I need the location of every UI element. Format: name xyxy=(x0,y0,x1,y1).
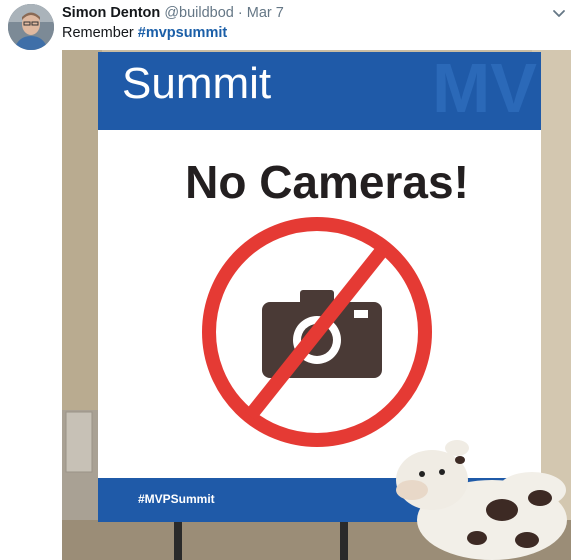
sign-heading: No Cameras! xyxy=(185,156,469,208)
tweet-header: Simon Denton @buildbod · Mar 7 xyxy=(62,4,284,22)
author-name[interactable]: Simon Denton xyxy=(62,5,160,21)
tweet[interactable]: Simon Denton @buildbod · Mar 7 Remember … xyxy=(0,0,571,560)
author-handle[interactable]: @buildbod xyxy=(164,5,234,21)
tweet-date[interactable]: Mar 7 xyxy=(247,5,284,21)
avatar[interactable] xyxy=(8,4,54,50)
tweet-photo[interactable]: MV Summit No Cameras! #MVPSummit xyxy=(62,50,571,560)
banner-title: Summit xyxy=(122,59,271,108)
hashtag-link[interactable]: #mvpsummit xyxy=(138,25,227,41)
tweet-text: Remember #mvpsummit xyxy=(62,24,227,42)
separator: · xyxy=(237,5,243,21)
chevron-down-icon[interactable] xyxy=(550,4,568,22)
footer-tag: #MVPSummit xyxy=(138,492,215,506)
tweet-text-prefix: Remember xyxy=(62,25,138,41)
banner-watermark: MV xyxy=(432,50,537,127)
